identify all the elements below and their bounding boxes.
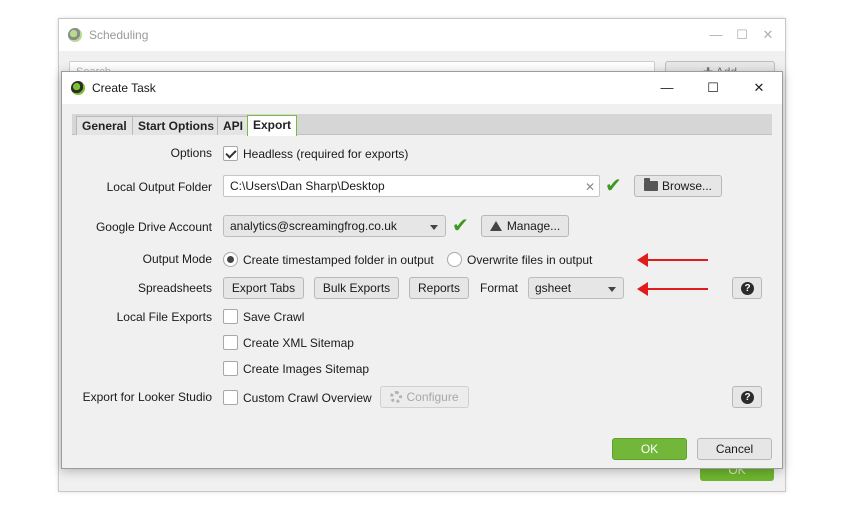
reports-button[interactable]: Reports — [409, 277, 469, 299]
radio-timestamped-label: Create timestamped folder in output — [243, 253, 434, 267]
tab-api[interactable]: API — [217, 116, 250, 135]
google-drive-icon — [489, 221, 502, 231]
frog-logo-icon — [68, 28, 82, 42]
maximize-icon[interactable]: ☐ — [700, 78, 726, 98]
gear-icon — [390, 391, 403, 403]
custom-overview-checkbox[interactable] — [223, 390, 238, 405]
radio-overwrite-label: Overwrite files in output — [467, 253, 593, 267]
minimize-icon[interactable]: — — [654, 78, 680, 98]
output-folder-value: C:\Users\Dan Sharp\Desktop — [230, 179, 385, 193]
dialog-titlebar: Create Task — ☐ ✕ — [62, 72, 782, 104]
help-button-spreadsheets[interactable]: ? — [732, 277, 762, 299]
format-select[interactable]: gsheet — [528, 277, 624, 299]
options-label: Options — [170, 146, 212, 160]
format-value: gsheet — [535, 281, 572, 295]
close-icon[interactable]: ✕ — [755, 25, 781, 45]
headless-checkbox[interactable] — [223, 146, 238, 161]
radio-timestamped[interactable] — [223, 252, 238, 267]
export-tabs-button[interactable]: Export Tabs — [223, 277, 304, 299]
clear-icon[interactable]: ✕ — [585, 180, 595, 194]
help-button-looker[interactable]: ? — [732, 386, 762, 408]
headless-label: Headless (required for exports) — [243, 147, 409, 161]
spreadsheets-label: Spreadsheets — [137, 281, 212, 295]
drive-account-select[interactable]: analytics@screamingfrog.co.uk — [223, 215, 446, 237]
output-folder-input[interactable]: C:\Users\Dan Sharp\Desktop — [223, 175, 600, 197]
drive-account-label: Google Drive Account — [95, 220, 212, 234]
scheduling-title: Scheduling — [89, 28, 149, 42]
chevron-down-icon — [430, 225, 438, 230]
maximize-icon[interactable]: ☐ — [729, 25, 755, 45]
output-folder-label: Local Output Folder — [106, 180, 212, 194]
ok-button[interactable]: OK — [612, 438, 687, 460]
close-icon[interactable]: ✕ — [746, 78, 772, 98]
images-sitemap-checkbox[interactable] — [223, 361, 238, 376]
save-crawl-label: Save Crawl — [243, 310, 305, 324]
local-file-exports-label: Local File Exports — [116, 310, 212, 324]
dialog-title: Create Task — [92, 81, 156, 95]
spacer-4 — [703, 25, 729, 45]
tab-export[interactable]: Export — [247, 115, 298, 136]
images-sitemap-label: Create Images Sitemap — [243, 362, 370, 376]
chevron-down-icon — [608, 287, 616, 292]
radio-overwrite[interactable] — [447, 252, 462, 267]
question-icon: ? — [741, 282, 754, 295]
configure-button[interactable]: Configure — [380, 386, 469, 408]
manage-label: Manage... — [506, 219, 561, 233]
annotation-arrow-spreadsheets — [637, 282, 708, 296]
xml-sitemap-label: Create XML Sitemap — [243, 336, 354, 350]
create-task-dialog: Create Task — ☐ ✕ General Start Options … — [61, 71, 783, 469]
xml-sitemap-checkbox[interactable] — [223, 335, 238, 350]
annotation-arrow-output-mode — [637, 253, 708, 267]
cancel-button[interactable]: Cancel — [697, 438, 772, 460]
folder-icon — [643, 178, 658, 191]
frog-logo-icon — [71, 81, 85, 95]
custom-overview-label: Custom Crawl Overview — [243, 391, 372, 405]
tab-general[interactable]: General — [76, 116, 133, 135]
bulk-exports-button[interactable]: Bulk Exports — [314, 277, 399, 299]
browse-button[interactable]: Browse... — [634, 175, 722, 197]
format-label: Format — [480, 281, 519, 295]
manage-button[interactable]: Manage... — [481, 215, 569, 237]
configure-label: Configure — [406, 390, 459, 404]
question-icon: ? — [741, 391, 754, 404]
valid-check-icon: ✔ — [452, 215, 469, 237]
tab-bar: General Start Options API Export — [72, 114, 772, 136]
drive-account-value: analytics@screamingfrog.co.uk — [230, 219, 397, 233]
valid-check-icon: ✔ — [605, 175, 622, 197]
looker-label: Export for Looker Studio — [82, 390, 212, 404]
output-mode-label: Output Mode — [142, 252, 212, 266]
save-crawl-checkbox[interactable] — [223, 309, 238, 324]
tab-start-options[interactable]: Start Options — [132, 116, 221, 135]
scheduling-titlebar: Scheduling — ☐ ✕ — [59, 19, 785, 51]
browse-label: Browse... — [661, 179, 712, 193]
